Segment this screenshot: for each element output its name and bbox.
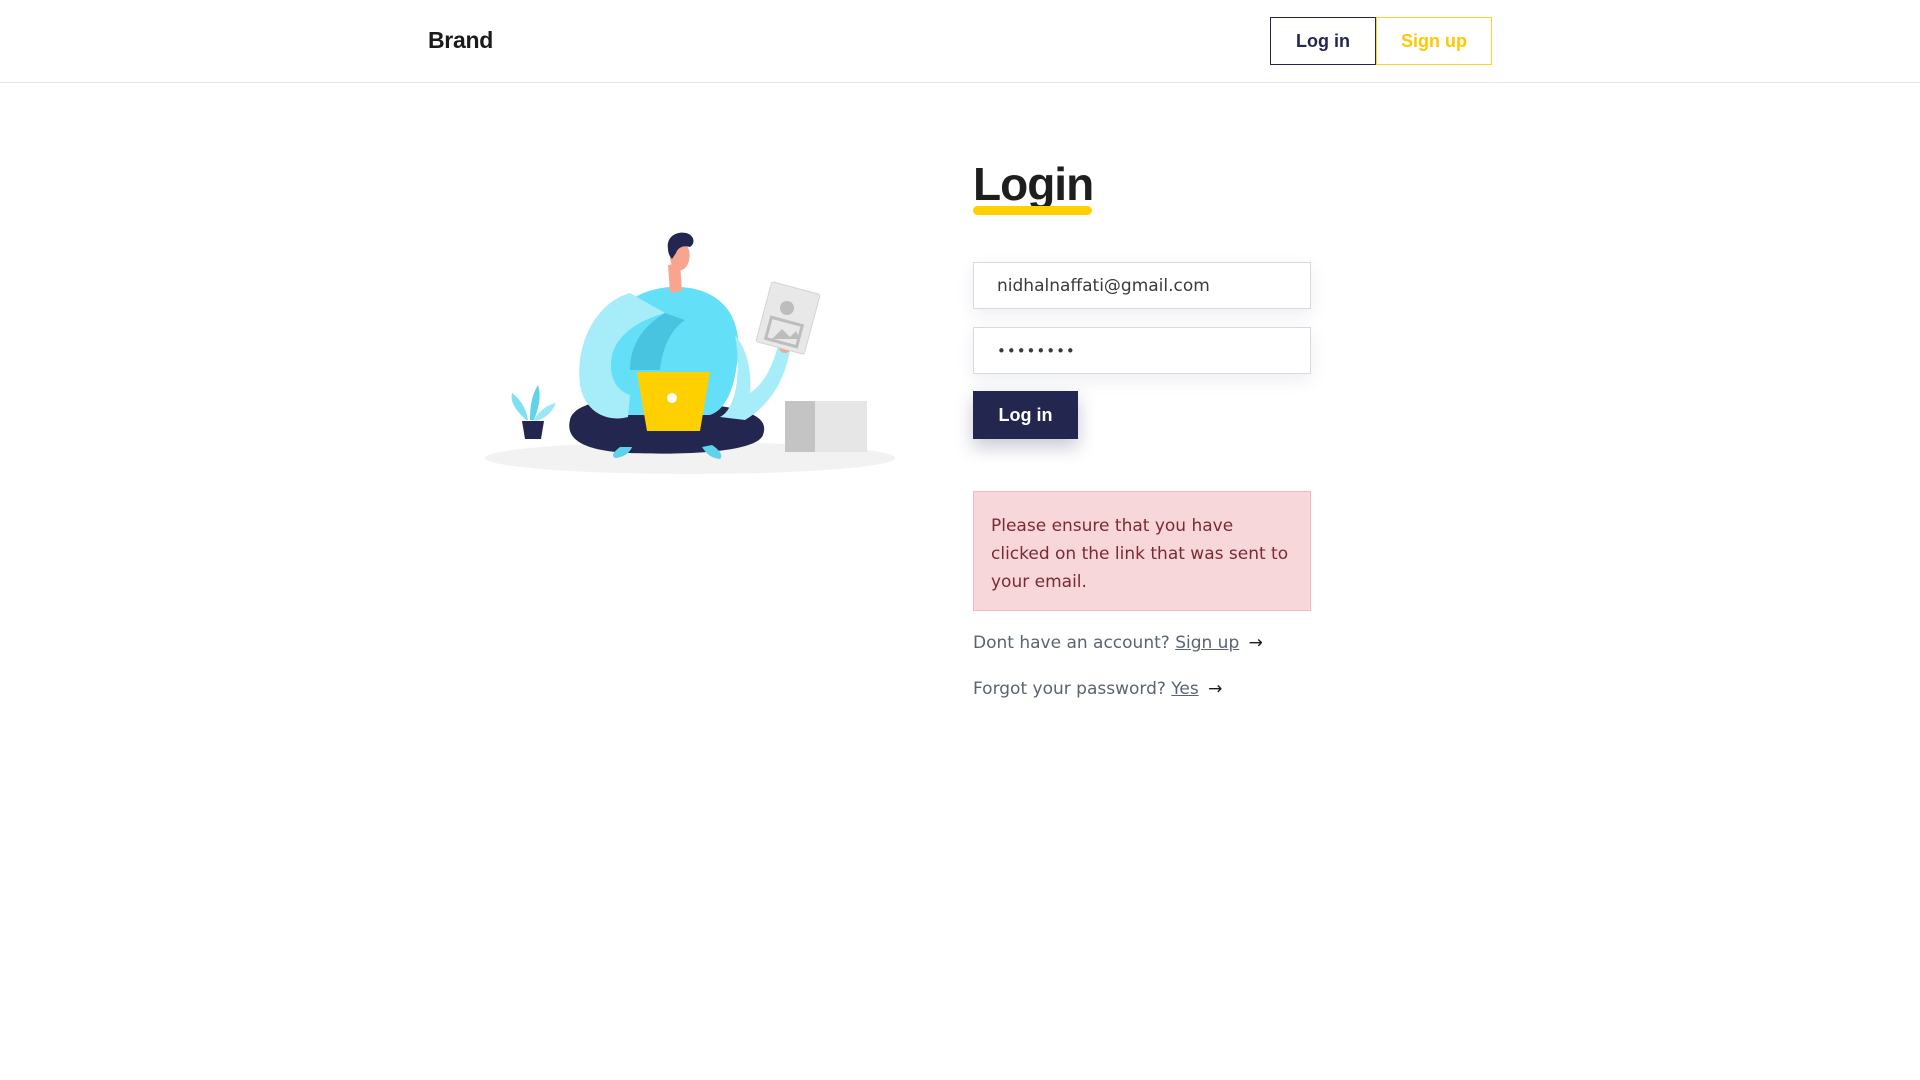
plant-icon [511,385,556,439]
nav-login-button[interactable]: Log in [1270,17,1376,65]
signup-link[interactable]: Sign up [1175,633,1239,653]
top-navbar: Brand Log in Sign up [0,0,1920,83]
page-title: Login [973,158,1094,210]
forgot-password-prompt: Forgot your password? Yes → [973,679,1222,699]
laptop-icon [637,372,710,431]
title-underline [973,206,1092,215]
forgot-prompt-text: Forgot your password? [973,679,1166,699]
error-alert: Please ensure that you have clicked on t… [973,491,1311,611]
nav-signup-button[interactable]: Sign up [1376,17,1492,65]
arrow-right-icon: → [1248,633,1263,653]
arrow-right-icon: → [1208,679,1223,699]
photo-paper-icon [755,281,821,355]
signup-prompt-text: Dont have an account? [973,633,1170,653]
brand-logo[interactable]: Brand [428,27,493,54]
forgot-password-link[interactable]: Yes [1171,679,1198,699]
person-with-laptop-illustration [485,232,895,474]
email-field[interactable]: nidhalnaffati@gmail.com [973,262,1311,309]
password-field[interactable]: •••••••• [973,327,1311,374]
signup-prompt: Dont have an account? Sign up → [973,633,1263,653]
login-submit-button[interactable]: Log in [973,391,1078,439]
